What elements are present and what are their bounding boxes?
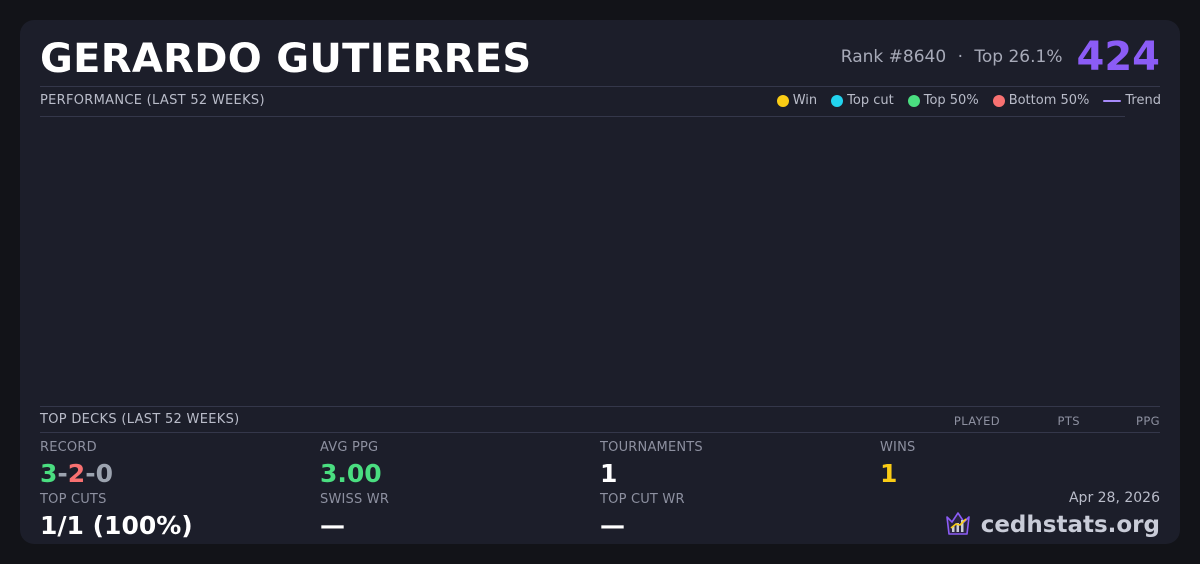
wins-value: 1 (880, 459, 898, 488)
report-date: Apr 28, 2026 (1068, 490, 1160, 506)
record-draws: 0 (95, 459, 113, 488)
tournaments-value: 1 (600, 459, 618, 488)
stat-record: RECORD 3-2-0 (40, 440, 113, 488)
top-decks-header: TOP DECKS (LAST 52 WEEKS) PLAYED PTS PPG (40, 406, 1160, 433)
stat-avg-ppg: AVG PPG 3.00 (320, 440, 382, 488)
performance-chart-area (40, 117, 1125, 406)
record-wins: 3 (40, 459, 58, 488)
crown-chart-icon (943, 508, 973, 542)
legend-item-top-cut: Top cut (831, 93, 894, 108)
legend-item-trend: Trend (1103, 93, 1161, 108)
top-decks-title: TOP DECKS (LAST 52 WEEKS) (40, 412, 240, 427)
brand-text: cedhstats.org (980, 512, 1160, 538)
legend-item-top-50: Top 50% (907, 93, 979, 108)
stat-tournaments: TOURNAMENTS 1 (600, 440, 703, 488)
record-value: 3-2-0 (40, 459, 113, 488)
win-dot-icon (776, 94, 789, 107)
trend-line-icon (1103, 99, 1122, 102)
stat-label: TOURNAMENTS (600, 440, 703, 455)
stat-label: RECORD (40, 440, 97, 455)
top-50-dot-icon (907, 94, 920, 107)
performance-title: PERFORMANCE (LAST 52 WEEKS) (40, 93, 265, 108)
stat-top-cut-wr: TOP CUT WR — (600, 492, 685, 540)
stat-label: TOP CUTS (40, 492, 107, 507)
top-cut-wr-value: — (600, 511, 625, 540)
legend-label: Trend (1125, 93, 1161, 108)
record-dash: - (57, 459, 68, 488)
player-card: GERARDO GUTIERRES Rank #8640 · Top 26.1%… (20, 20, 1180, 544)
stat-swiss-wr: SWISS WR — (320, 492, 389, 540)
performance-header: PERFORMANCE (LAST 52 WEEKS) Win Top cut … (40, 86, 1161, 117)
top-cut-dot-icon (831, 94, 844, 107)
record-losses: 2 (67, 459, 86, 488)
legend-item-bottom-50: Bottom 50% (992, 93, 1090, 108)
stat-label: WINS (880, 440, 916, 455)
legend-label: Top 50% (923, 93, 979, 108)
stat-top-cuts: TOP CUTS 1/1 (100%) (40, 492, 193, 540)
chart-legend: Win Top cut Top 50% Bottom 50% Trend (776, 93, 1161, 108)
rank-separator: · (957, 47, 963, 67)
column-ppg: PPG (1136, 414, 1160, 428)
rank-summary: Rank #8640 · Top 26.1% 424 (841, 34, 1160, 80)
legend-label: Bottom 50% (1008, 93, 1090, 108)
bottom-50-dot-icon (992, 94, 1005, 107)
rank-text: Rank #8640 (840, 47, 947, 67)
stat-label: SWISS WR (320, 492, 390, 507)
record-dash: - (85, 459, 96, 488)
stat-wins: WINS 1 (880, 440, 915, 488)
player-name: GERARDO GUTIERRES (40, 36, 532, 82)
percentile-text: Top 26.1% (974, 47, 1063, 67)
legend-item-win: Win (776, 93, 818, 108)
stat-label: AVG PPG (320, 440, 379, 455)
rank-line: Rank #8640 · Top 26.1% (841, 47, 1063, 67)
score-value: 424 (1076, 34, 1161, 80)
brand-logo[interactable]: cedhstats.org (943, 508, 1160, 542)
top-cuts-value: 1/1 (100%) (40, 511, 193, 540)
legend-label: Win (792, 93, 818, 108)
stat-label: TOP CUT WR (600, 492, 685, 507)
column-played: PLAYED (953, 414, 1000, 428)
swiss-wr-value: — (320, 511, 345, 540)
avg-ppg-value: 3.00 (320, 459, 382, 488)
legend-label: Top cut (847, 93, 894, 108)
column-pts: PTS (1057, 414, 1080, 428)
